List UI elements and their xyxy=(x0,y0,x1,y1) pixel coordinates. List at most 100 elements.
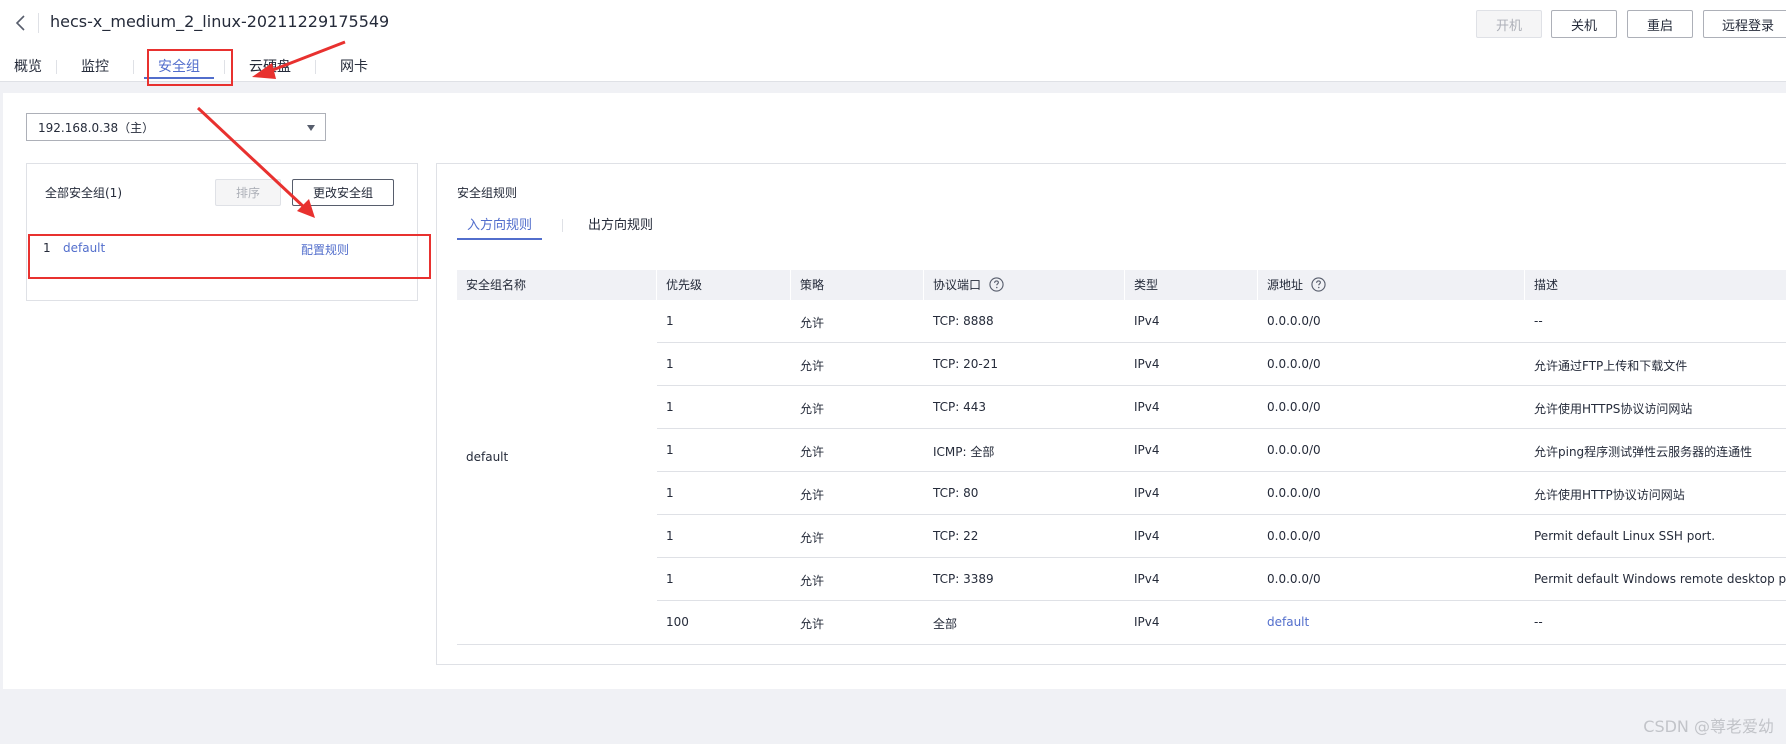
priority-cell: 1 xyxy=(666,314,674,328)
port-cell: 全部 xyxy=(933,617,958,631)
column-header: 策略 xyxy=(800,278,825,292)
policy-cell: 允许 xyxy=(800,402,825,416)
port-cell: TCP: 22 xyxy=(933,529,979,543)
security-group-count: 全部安全组(1) xyxy=(45,186,122,200)
source-cell: 0.0.0.0/0 xyxy=(1267,400,1321,414)
policy-cell: 允许 xyxy=(800,574,825,588)
stop-button[interactable]: 关机 xyxy=(1551,10,1617,38)
column-header: 源地址 xyxy=(1258,270,1326,300)
type-cell: IPv4 xyxy=(1134,400,1160,414)
description-cell: Permit default Windows remote desktop p.… xyxy=(1534,572,1786,586)
security-group-name-link[interactable]: default xyxy=(63,241,105,255)
priority-cell: 1 xyxy=(666,486,674,500)
table-bottom-border xyxy=(457,644,1786,645)
detail-tabs: 概览 监控 安全组 云硬盘 网卡 xyxy=(0,50,392,82)
policy-cell: 允许 xyxy=(800,359,825,373)
security-group-list-panel: 全部安全组(1) 排序 更改安全组 1 default 配置规则 xyxy=(26,163,418,301)
source-cell: 0.0.0.0/0 xyxy=(1267,443,1321,457)
source-link[interactable]: default xyxy=(1267,615,1309,629)
type-cell: IPv4 xyxy=(1134,443,1160,457)
port-cell: TCP: 80 xyxy=(933,486,979,500)
help-icon[interactable] xyxy=(1311,277,1326,292)
type-cell: IPv4 xyxy=(1134,357,1160,371)
table-row: 1 允许 TCP: 443 IPv4 0.0.0.0/0 允许使用HTTPS协议… xyxy=(657,386,1786,429)
port-cell: TCP: 3389 xyxy=(933,572,994,586)
type-cell: IPv4 xyxy=(1134,615,1160,629)
rules-title: 安全组规则 xyxy=(457,186,518,200)
description-cell: 允许使用HTTP协议访问网站 xyxy=(1534,488,1685,502)
priority-cell: 1 xyxy=(666,357,674,371)
start-button[interactable]: 开机 xyxy=(1476,10,1542,38)
policy-cell: 允许 xyxy=(800,445,825,459)
column-header: 描述 xyxy=(1534,278,1559,292)
policy-cell: 允许 xyxy=(800,488,825,502)
source-cell: 0.0.0.0/0 xyxy=(1267,529,1321,543)
description-cell: 允许ping程序测试弹性云服务器的连通性 xyxy=(1534,445,1753,459)
back-icon[interactable] xyxy=(10,12,32,34)
table-row: 1 允许 TCP: 22 IPv4 0.0.0.0/0 Permit defau… xyxy=(657,515,1786,558)
priority-cell: 100 xyxy=(666,615,689,629)
type-cell: IPv4 xyxy=(1134,314,1160,328)
priority-cell: 1 xyxy=(666,400,674,414)
title-divider xyxy=(38,13,39,33)
source-cell: 0.0.0.0/0 xyxy=(1267,357,1321,371)
policy-cell: 允许 xyxy=(800,531,825,545)
port-cell: ICMP: 全部 xyxy=(933,445,995,459)
column-header: 协议端口 xyxy=(924,270,1004,300)
tab-overview[interactable]: 概览 xyxy=(0,50,56,82)
change-security-group-button[interactable]: 更改安全组 xyxy=(292,179,394,206)
restart-button[interactable]: 重启 xyxy=(1627,10,1693,38)
description-cell: -- xyxy=(1534,615,1543,629)
type-cell: IPv4 xyxy=(1134,529,1160,543)
table-header: 安全组名称 优先级 策略 协议端口 类型 源地址 描述 xyxy=(457,270,1786,300)
security-group-name-cell: default xyxy=(466,450,509,464)
watermark: CSDN @尊老爱幼 xyxy=(1643,717,1774,736)
policy-cell: 允许 xyxy=(800,316,825,330)
table-row: 100 允许 全部 IPv4 default -- xyxy=(657,601,1786,644)
source-cell: 0.0.0.0/0 xyxy=(1267,314,1321,328)
sort-button[interactable]: 排序 xyxy=(215,179,281,206)
table-row: 1 允许 TCP: 3389 IPv4 0.0.0.0/0 Permit def… xyxy=(657,558,1786,601)
description-cell: -- xyxy=(1534,314,1543,328)
priority-cell: 1 xyxy=(666,572,674,586)
table-row: 1 允许 TCP: 20-21 IPv4 0.0.0.0/0 允许通过FTP上传… xyxy=(657,343,1786,386)
rules-panel: 安全组规则 入方向规则 出方向规则 安全组名称 优先级 策略 协议端口 类型 源… xyxy=(436,163,1786,665)
page-title: hecs-x_medium_2_linux-20211229175549 xyxy=(50,12,390,31)
source-cell: 0.0.0.0/0 xyxy=(1267,486,1321,500)
type-cell: IPv4 xyxy=(1134,486,1160,500)
tab-security-group[interactable]: 安全组 xyxy=(134,50,224,82)
type-cell: IPv4 xyxy=(1134,572,1160,586)
description-cell: 允许通过FTP上传和下载文件 xyxy=(1534,359,1688,373)
table-row: 1 允许 TCP: 80 IPv4 0.0.0.0/0 允许使用HTTP协议访问… xyxy=(657,472,1786,515)
source-cell: 0.0.0.0/0 xyxy=(1267,572,1321,586)
column-header: 安全组名称 xyxy=(466,278,527,292)
tab-disks[interactable]: 云硬盘 xyxy=(225,50,315,82)
tab-divider xyxy=(562,219,563,232)
top-bar: hecs-x_medium_2_linux-20211229175549 开机 … xyxy=(0,0,1786,82)
policy-cell: 允许 xyxy=(800,617,825,631)
priority-cell: 1 xyxy=(666,529,674,543)
nic-select-value: 192.168.0.38（主） xyxy=(38,120,155,135)
list-item-index: 1 xyxy=(43,241,51,255)
tab-monitoring[interactable]: 监控 xyxy=(57,50,133,82)
port-cell: TCP: 443 xyxy=(933,400,987,414)
table-row: 1 允许 TCP: 8888 IPv4 0.0.0.0/0 -- xyxy=(657,300,1786,343)
tab-nic[interactable]: 网卡 xyxy=(316,50,392,82)
security-group-content: 192.168.0.38（主） 全部安全组(1) 排序 更改安全组 1 defa… xyxy=(3,93,1786,689)
port-cell: TCP: 20-21 xyxy=(933,357,998,371)
configure-rules-link[interactable]: 配置规则 xyxy=(301,241,349,258)
description-cell: 允许使用HTTPS协议访问网站 xyxy=(1534,402,1693,416)
help-icon[interactable] xyxy=(989,277,1004,292)
column-header: 类型 xyxy=(1134,278,1159,292)
tab-outbound-rules[interactable]: 出方向规则 xyxy=(588,214,653,233)
table-row: 1 允许 ICMP: 全部 IPv4 0.0.0.0/0 允许ping程序测试弹… xyxy=(657,429,1786,472)
description-cell: Permit default Linux SSH port. xyxy=(1534,529,1716,543)
tab-inbound-rules[interactable]: 入方向规则 xyxy=(456,214,543,240)
remote-login-button[interactable]: 远程登录 xyxy=(1703,10,1786,38)
list-item[interactable]: 1 default 配置规则 xyxy=(28,234,416,264)
column-header: 优先级 xyxy=(666,278,703,292)
port-cell: TCP: 8888 xyxy=(933,314,994,328)
nic-select[interactable]: 192.168.0.38（主） xyxy=(26,113,326,141)
chevron-down-icon xyxy=(307,125,315,131)
priority-cell: 1 xyxy=(666,443,674,457)
